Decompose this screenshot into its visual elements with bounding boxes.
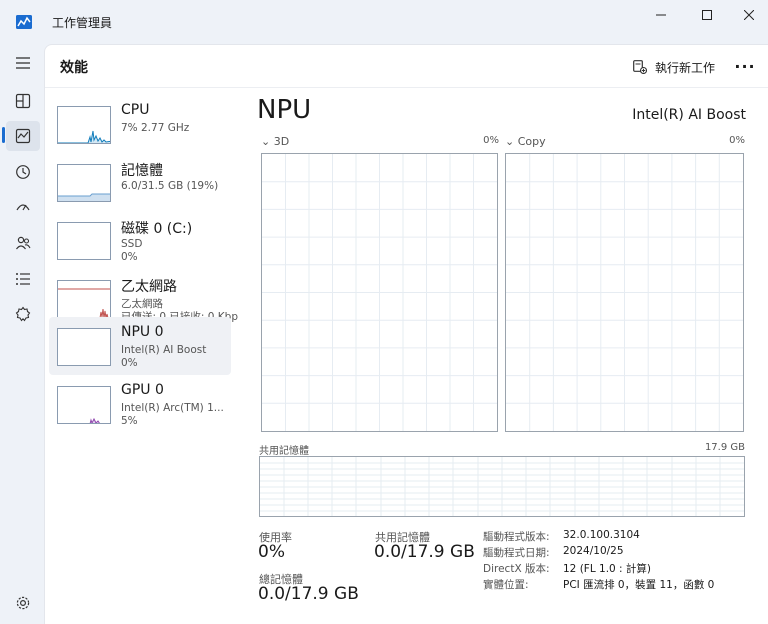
npu-thumbnail-graph <box>57 328 111 366</box>
driver-version-value: 32.0.100.3104 <box>563 529 640 541</box>
graph-engine-label: 3D <box>273 135 290 148</box>
driver-version-label: 驅動程式版本: <box>483 531 550 543</box>
run-new-task-button[interactable]: 執行新工作 <box>633 55 715 79</box>
graph-engine-label: Copy <box>517 135 546 148</box>
close-button[interactable] <box>726 0 768 30</box>
resource-item-gpu[interactable]: GPU 0 Intel(R) Arc(TM) 1... 5% <box>49 375 231 433</box>
shared-memory-stat-value: 0.0/17.9 GB <box>374 542 475 562</box>
maximize-icon <box>702 10 712 20</box>
run-task-icon <box>633 60 647 74</box>
resource-item-disk[interactable]: 磁碟 0 (C:) SSD 0% <box>49 211 231 269</box>
run-new-task-label: 執行新工作 <box>655 60 716 75</box>
startup-apps-icon[interactable] <box>6 192 40 222</box>
detail-device-name: Intel(R) AI Boost <box>632 107 746 123</box>
resource-name: CPU <box>121 102 150 118</box>
minimize-icon <box>656 14 666 16</box>
resource-subtitle: 6.0/31.5 GB (19%) <box>121 180 219 192</box>
resource-usage: 0% <box>121 357 138 369</box>
shared-memory-max: 17.9 GB <box>704 442 745 453</box>
graph-max-percent: 0% <box>483 135 499 146</box>
graph-3d-grid <box>262 154 497 431</box>
resource-item-npu[interactable]: NPU 0 Intel(R) AI Boost 0% <box>49 317 231 375</box>
performance-icon[interactable] <box>6 121 40 151</box>
resource-name: 磁碟 0 (C:) <box>121 221 193 237</box>
gpu-thumbnail-graph <box>57 386 111 424</box>
resource-subtitle: SSD <box>121 238 143 250</box>
graph-3d <box>261 153 498 432</box>
title-bar: 工作管理員 <box>0 0 768 44</box>
driver-date-value: 2024/10/25 <box>563 545 624 557</box>
resource-name: 記憶體 <box>121 163 163 179</box>
usage-value: 0% <box>258 542 285 562</box>
chevron-down-icon: ⌄ <box>261 135 271 148</box>
directx-version-value: 12 (FL 1.0 : 計算) <box>563 563 652 575</box>
header-divider <box>45 87 768 88</box>
resource-subtitle: Intel(R) AI Boost <box>121 344 207 356</box>
graph-max-percent: 0% <box>729 135 745 146</box>
resource-item-cpu[interactable]: CPU 7% 2.77 GHz <box>49 95 231 153</box>
hamburger-menu-icon[interactable] <box>6 48 40 78</box>
graph-copy <box>505 153 744 432</box>
users-icon[interactable] <box>6 228 40 258</box>
services-icon[interactable] <box>6 299 40 329</box>
processes-icon[interactable] <box>6 86 40 116</box>
shared-memory-graph <box>259 456 745 517</box>
disk-thumbnail-graph <box>57 222 111 260</box>
resource-usage: 0% <box>121 251 138 263</box>
maximize-button[interactable] <box>684 0 730 30</box>
shared-memory-graph-label: 共用記憶體 <box>259 446 309 457</box>
driver-date-label: 驅動程式日期: <box>483 547 550 559</box>
ethernet-thumbnail-graph <box>57 280 111 318</box>
physical-location-value: PCI 匯流排 0，裝置 11，函數 0 <box>563 579 715 591</box>
shared-memory-grid <box>260 457 744 516</box>
graph-engine-selector-3d[interactable]: ⌄ 3D <box>261 135 289 148</box>
cpu-thumbnail-graph <box>57 106 111 144</box>
detail-title: NPU <box>257 95 312 125</box>
resource-item-memory[interactable]: 記憶體 6.0/31.5 GB (19%) <box>49 153 231 211</box>
resource-name: GPU 0 <box>121 382 164 398</box>
resource-name: 乙太網路 <box>121 279 177 295</box>
resource-subtitle: 7% 2.77 GHz <box>121 122 190 134</box>
active-nav-indicator <box>2 127 5 143</box>
physical-location-label: 實體位置: <box>483 579 529 591</box>
app-history-icon[interactable] <box>6 157 40 187</box>
resource-name: NPU 0 <box>121 324 164 340</box>
content-panel: 效能 執行新工作 ··· CPU 7% 2.77 GHz 記憶體 6.0/31.… <box>44 44 768 624</box>
more-options-button[interactable]: ··· <box>733 57 757 77</box>
graph-copy-grid <box>506 154 743 431</box>
resource-subtitle: Intel(R) Arc(TM) 1... <box>121 402 224 414</box>
chevron-down-icon: ⌄ <box>505 135 515 148</box>
page-title: 效能 <box>60 60 88 76</box>
task-manager-app-icon <box>16 14 32 29</box>
total-memory-value: 0.0/17.9 GB <box>258 584 359 604</box>
resource-usage: 5% <box>121 415 138 427</box>
minimize-button[interactable] <box>638 0 684 30</box>
memory-thumbnail-graph <box>57 164 111 202</box>
directx-version-label: DirectX 版本: <box>483 563 550 575</box>
window-title: 工作管理員 <box>52 16 113 30</box>
graph-engine-selector-copy[interactable]: ⌄ Copy <box>505 135 546 148</box>
details-icon[interactable] <box>6 264 40 294</box>
close-icon <box>744 10 754 20</box>
settings-icon[interactable] <box>12 592 34 614</box>
